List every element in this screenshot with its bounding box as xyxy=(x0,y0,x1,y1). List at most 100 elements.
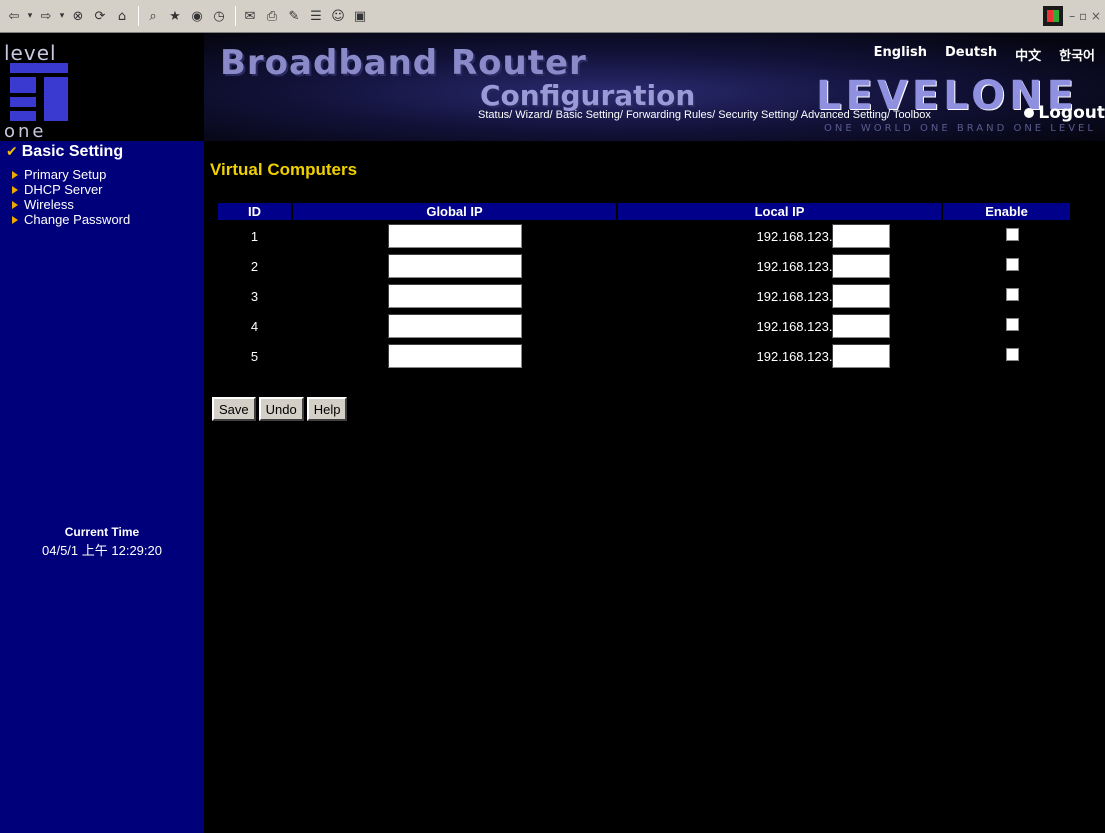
page-title: Virtual Computers xyxy=(210,160,358,179)
back-icon[interactable]: ⇦ xyxy=(4,6,24,26)
enable-checkbox[interactable] xyxy=(1006,228,1019,241)
row-id: 5 xyxy=(250,348,259,364)
sidebar-section-basic-setting[interactable]: ✔ Basic Setting xyxy=(6,143,123,161)
enable-checkbox[interactable] xyxy=(1006,348,1019,361)
table-header-row: ID Global IP Local IP Enable xyxy=(218,203,1070,220)
local-ip-cell: 192.168.123. xyxy=(618,282,941,310)
favorites-icon[interactable]: ★ xyxy=(165,6,185,26)
enable-cell xyxy=(943,222,1070,250)
window-controls[interactable]: – ▫ × xyxy=(1069,9,1101,23)
local-ip-input[interactable] xyxy=(832,314,891,338)
top-nav-links[interactable]: Status/ Wizard/ Basic Setting/ Forwardin… xyxy=(478,109,931,121)
research-icon[interactable]: ▣ xyxy=(350,6,370,26)
sidebar-item-wireless[interactable]: Wireless xyxy=(12,197,130,212)
sidebar-item-label: Primary Setup xyxy=(24,167,107,182)
enable-checkbox[interactable] xyxy=(1006,258,1019,271)
levelone-logo: level one xyxy=(0,33,204,142)
arrow-right-icon xyxy=(12,170,18,179)
enable-cell xyxy=(943,312,1070,340)
local-ip-input[interactable] xyxy=(832,254,891,278)
browser-toolbar: ⇦ ▾ ⇨ ▾ ⊗ ⟳ ⌂ ⌕ ★ ◉ ◷ ✉ ⎙ ✎ ☰ ☺ ▣ – ▫ × xyxy=(0,0,1105,33)
logout-label: Logout xyxy=(1038,103,1105,123)
table-row: 4 192.168.123. xyxy=(218,312,1070,340)
row-id: 3 xyxy=(250,288,259,304)
global-ip-cell xyxy=(293,312,616,340)
save-button[interactable]: Save xyxy=(212,397,256,421)
column-header-id: ID xyxy=(218,203,291,220)
local-ip-input[interactable] xyxy=(832,284,891,308)
bullet-icon xyxy=(1024,108,1035,118)
enable-checkbox[interactable] xyxy=(1006,318,1019,331)
main-content: Virtual Computers ID Global IP Local IP … xyxy=(204,141,1105,833)
lang-deutsch[interactable]: Deutsh xyxy=(945,45,997,64)
arrow-right-icon xyxy=(12,200,18,209)
local-ip-input[interactable] xyxy=(832,344,891,368)
banner-title: Broadband Router xyxy=(220,43,587,83)
search-icon[interactable]: ⌕ xyxy=(143,6,163,26)
stop-icon[interactable]: ⊗ xyxy=(68,6,88,26)
local-ip-prefix: 192.168.123. xyxy=(756,228,833,244)
lang-korean[interactable]: 한국어 xyxy=(1059,45,1095,64)
column-header-global-ip: Global IP xyxy=(293,203,616,220)
table-row: 1 192.168.123. xyxy=(218,222,1070,250)
mail-icon[interactable]: ✉ xyxy=(240,6,260,26)
local-ip-input[interactable] xyxy=(832,224,891,248)
virtual-computers-table: ID Global IP Local IP Enable 1 192.168.1… xyxy=(216,201,1072,372)
table-row: 2 192.168.123. xyxy=(218,252,1070,280)
checkmark-icon: ✔ xyxy=(6,144,18,160)
lang-chinese[interactable]: 中文 xyxy=(1015,45,1041,64)
enable-cell xyxy=(943,252,1070,280)
banner: Broadband Router Configuration LEVELONE … xyxy=(204,33,1105,141)
media-icon[interactable]: ◉ xyxy=(187,6,207,26)
sidebar-item-change-password[interactable]: Change Password xyxy=(12,212,130,227)
home-icon[interactable]: ⌂ xyxy=(112,6,132,26)
arrow-right-icon xyxy=(12,185,18,194)
local-ip-cell: 192.168.123. xyxy=(618,222,941,250)
sidebar-item-dhcp-server[interactable]: DHCP Server xyxy=(12,182,130,197)
local-ip-prefix: 192.168.123. xyxy=(756,348,833,364)
current-time-value: 04/5/1 上午 12:29:20 xyxy=(42,543,162,558)
undo-button[interactable]: Undo xyxy=(258,397,304,421)
global-ip-input[interactable] xyxy=(387,254,522,278)
forward-dropdown-icon[interactable]: ▾ xyxy=(58,6,66,26)
print-icon[interactable]: ⎙ xyxy=(262,6,282,26)
sidebar-item-primary-setup[interactable]: Primary Setup xyxy=(12,167,130,182)
global-ip-cell xyxy=(293,342,616,370)
logo-bottom-text: one xyxy=(4,121,47,142)
toolbar-separator xyxy=(138,6,139,26)
discuss-icon[interactable]: ☰ xyxy=(306,6,326,26)
row-id: 2 xyxy=(250,258,259,274)
sidebar-items: Primary Setup DHCP Server Wireless Chang… xyxy=(12,167,130,227)
enable-cell xyxy=(943,282,1070,310)
enable-checkbox[interactable] xyxy=(1006,288,1019,301)
forward-icon[interactable]: ⇨ xyxy=(36,6,56,26)
brand-slogan: ONE WORLD ONE BRAND ONE LEVEL xyxy=(824,123,1096,134)
enable-cell xyxy=(943,342,1070,370)
column-header-local-ip: Local IP xyxy=(618,203,941,220)
refresh-icon[interactable]: ⟳ xyxy=(90,6,110,26)
arrow-right-icon xyxy=(12,215,18,224)
sidebar-section-title: Basic Setting xyxy=(21,143,124,160)
messenger-icon[interactable]: ☺ xyxy=(328,6,348,26)
edit-icon[interactable]: ✎ xyxy=(284,6,304,26)
back-dropdown-icon[interactable]: ▾ xyxy=(26,6,34,26)
history-icon[interactable]: ◷ xyxy=(209,6,229,26)
local-ip-prefix: 192.168.123. xyxy=(756,288,833,304)
language-selector: English Deutsh 中文 한국어 xyxy=(874,45,1095,64)
global-ip-input[interactable] xyxy=(387,224,522,248)
local-ip-cell: 192.168.123. xyxy=(618,312,941,340)
logout-link[interactable]: Logout xyxy=(1024,103,1105,123)
table-row: 5 192.168.123. xyxy=(218,342,1070,370)
table-row: 3 192.168.123. xyxy=(218,282,1070,310)
column-header-enable: Enable xyxy=(943,203,1070,220)
header: level one Broadband Router Configuration… xyxy=(0,33,1105,142)
local-ip-prefix: 192.168.123. xyxy=(756,258,833,274)
global-ip-input[interactable] xyxy=(387,314,522,338)
global-ip-input[interactable] xyxy=(387,344,522,368)
global-ip-cell xyxy=(293,252,616,280)
sidebar-item-label: DHCP Server xyxy=(24,182,103,197)
help-button[interactable]: Help xyxy=(306,397,348,421)
lang-english[interactable]: English xyxy=(874,45,927,64)
logo-grid-icon xyxy=(10,63,70,121)
global-ip-input[interactable] xyxy=(387,284,522,308)
